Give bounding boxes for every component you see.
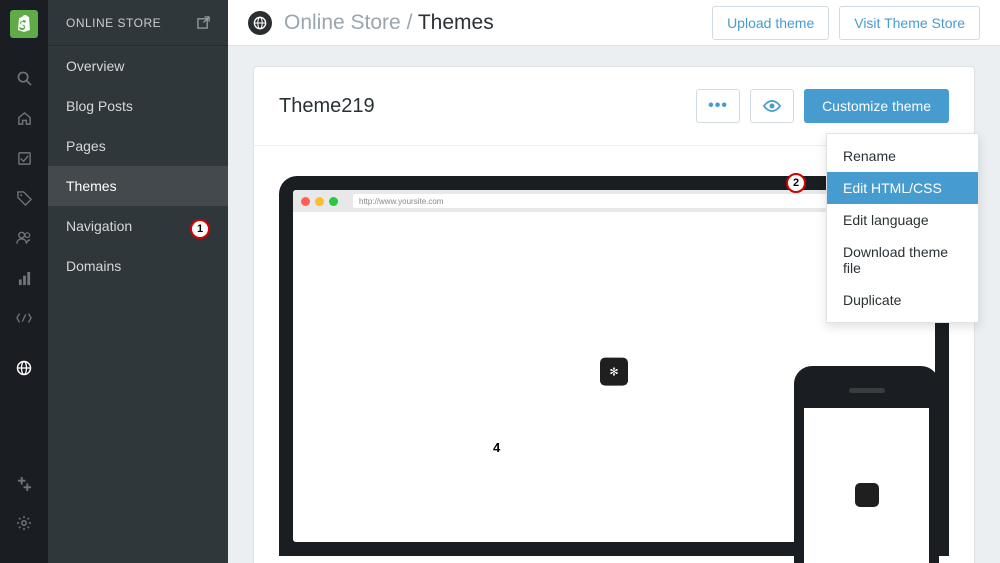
ellipsis-icon: ••• xyxy=(708,97,728,115)
more-options-button[interactable]: ••• xyxy=(696,89,740,123)
topbar: Online Store / Themes Upload theme Visit… xyxy=(228,0,1000,46)
traffic-light-minimize-icon xyxy=(315,197,324,206)
phone-screen xyxy=(804,408,929,563)
dropdown-item-download[interactable]: Download theme file xyxy=(827,236,978,284)
sidebar-item-blog-posts[interactable]: Blog Posts xyxy=(48,86,228,126)
breadcrumb-current: Themes xyxy=(418,11,494,34)
theme-actions: ••• Customize theme xyxy=(696,89,949,123)
sidebar-item-domains[interactable]: Domains xyxy=(48,246,228,286)
theme-options-dropdown: Rename Edit HTML/CSS Edit language Downl… xyxy=(826,133,979,323)
orders-icon[interactable] xyxy=(0,138,48,178)
globe-icon xyxy=(248,11,272,35)
theme-name: Theme219 xyxy=(279,95,375,118)
visit-theme-store-button[interactable]: Visit Theme Store xyxy=(839,6,980,40)
shopify-logo-icon[interactable] xyxy=(10,10,38,38)
traffic-light-close-icon xyxy=(301,197,310,206)
icon-rail xyxy=(0,0,48,563)
sidebar-title: ONLINE STORE xyxy=(66,16,161,30)
customize-theme-button[interactable]: Customize theme xyxy=(804,89,949,123)
settings-icon[interactable] xyxy=(0,503,48,543)
loading-spinner-icon xyxy=(855,483,879,507)
dropdown-item-edit-language[interactable]: Edit language xyxy=(827,204,978,236)
sidebar: ONLINE STORE Overview Blog Posts Pages T… xyxy=(48,0,228,563)
page-number-annotation: 4 xyxy=(493,440,500,455)
sidebar-item-pages[interactable]: Pages xyxy=(48,126,228,166)
top-actions: Upload theme Visit Theme Store xyxy=(712,6,980,40)
sidebar-header: ONLINE STORE xyxy=(48,0,228,46)
main-content: Online Store / Themes Upload theme Visit… xyxy=(228,0,1000,563)
home-icon[interactable] xyxy=(0,98,48,138)
breadcrumb: Online Store / Themes xyxy=(284,11,494,35)
dropdown-item-duplicate[interactable]: Duplicate xyxy=(827,284,978,316)
sidebar-item-label: Navigation xyxy=(66,218,132,234)
reports-icon[interactable] xyxy=(0,258,48,298)
sidebar-item-label: Blog Posts xyxy=(66,98,133,114)
sidebar-item-label: Overview xyxy=(66,58,124,74)
discounts-icon[interactable] xyxy=(0,298,48,338)
phone-speaker xyxy=(849,388,885,393)
apps-icon[interactable] xyxy=(0,463,48,503)
sidebar-item-label: Pages xyxy=(66,138,106,154)
preview-button[interactable] xyxy=(750,89,794,123)
sidebar-item-overview[interactable]: Overview xyxy=(48,46,228,86)
loading-spinner-icon: ✻ xyxy=(600,358,628,386)
sidebar-item-themes[interactable]: Themes xyxy=(48,166,228,206)
traffic-light-zoom-icon xyxy=(329,197,338,206)
customers-icon[interactable] xyxy=(0,218,48,258)
breadcrumb-separator: / xyxy=(401,11,418,34)
breadcrumb-parent[interactable]: Online Store xyxy=(284,11,401,34)
tag-icon[interactable] xyxy=(0,178,48,218)
eye-icon xyxy=(763,100,781,112)
dropdown-item-rename[interactable]: Rename xyxy=(827,140,978,172)
sidebar-item-label: Themes xyxy=(66,178,117,194)
annotation-badge-2: 2 xyxy=(786,173,806,193)
search-icon[interactable] xyxy=(0,58,48,98)
external-link-icon[interactable] xyxy=(197,16,210,29)
upload-theme-button[interactable]: Upload theme xyxy=(712,6,829,40)
annotation-badge-1: 1 xyxy=(190,219,210,239)
online-store-icon[interactable] xyxy=(0,348,48,388)
phone-preview xyxy=(794,366,939,563)
sidebar-item-label: Domains xyxy=(66,258,121,274)
dropdown-item-edit-html-css[interactable]: Edit HTML/CSS xyxy=(827,172,978,204)
